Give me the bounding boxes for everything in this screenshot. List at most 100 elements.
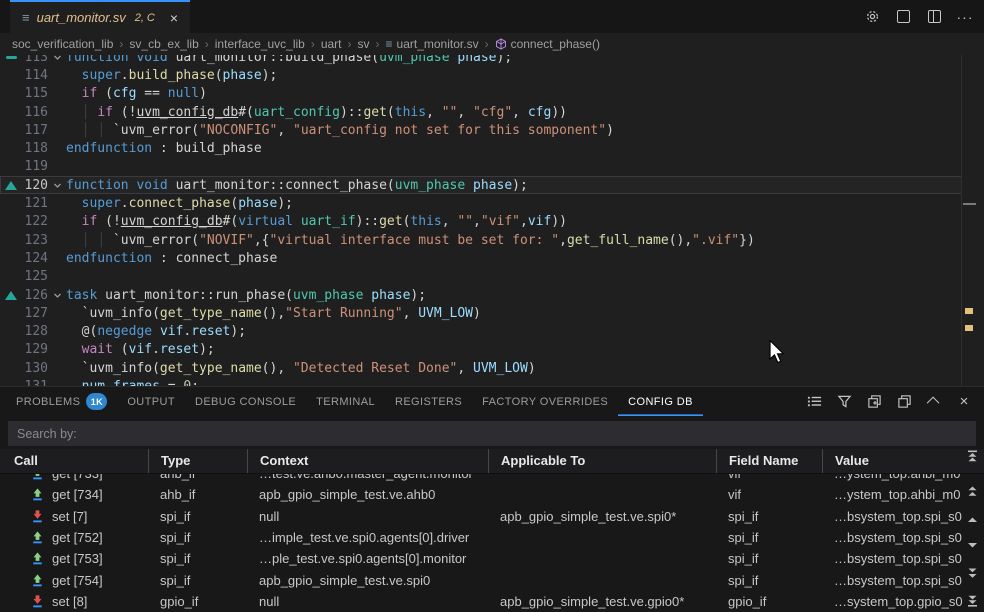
breadcrumb-item[interactable]: soc_verification_lib — [12, 37, 113, 51]
code-line-114[interactable]: 114 super.build_phase(phase); — [0, 66, 962, 84]
code-line-125[interactable]: 125 — [0, 268, 962, 286]
scroll-to-bottom-icon[interactable] — [965, 593, 979, 607]
editor-tab-bar: ≡ uart_monitor.sv 2, C × ··· — [0, 0, 984, 33]
code-line-130[interactable]: 130 `uvm_info(get_type_name(), "Detected… — [0, 359, 962, 377]
column-header-type[interactable]: Type — [148, 449, 247, 473]
code-line-121[interactable]: 121 super.connect_phase(phase); — [0, 194, 962, 212]
line-number[interactable]: 125 — [22, 269, 48, 284]
breadcrumb-item[interactable]: sv — [358, 37, 370, 51]
code-line-128[interactable]: 128 @(negedge vif.reset); — [0, 322, 962, 340]
line-number[interactable]: 118 — [22, 141, 48, 156]
call-label: get [754] — [52, 573, 103, 588]
panel-tab-output[interactable]: OUTPUT — [117, 387, 185, 416]
code-line-119[interactable]: 119 — [0, 158, 962, 176]
code-line-129[interactable]: 129 wait (vif.reset); — [0, 341, 962, 359]
code-line-123[interactable]: 123 │ │ `uvm_error("NOVIF",{"virtual int… — [0, 231, 962, 249]
line-number[interactable]: 121 — [22, 196, 48, 211]
panel-tab-problems[interactable]: PROBLEMS1K — [6, 387, 117, 416]
scroll-up-icon[interactable] — [965, 513, 979, 527]
page-down-icon[interactable] — [965, 567, 979, 581]
panel-tab-debug-console[interactable]: DEBUG CONSOLE — [185, 387, 306, 416]
column-header-field-name[interactable]: Field Name — [716, 449, 822, 473]
line-number[interactable]: 128 — [22, 324, 48, 339]
breadcrumb-separator: › — [311, 37, 315, 51]
line-number[interactable]: 114 — [22, 68, 48, 83]
line-number[interactable]: 129 — [22, 342, 48, 357]
panel-tab-terminal[interactable]: TERMINAL — [306, 387, 385, 416]
line-number[interactable]: 122 — [22, 214, 48, 229]
line-number[interactable]: 117 — [22, 123, 48, 138]
new-window-plus-icon[interactable] — [866, 394, 882, 410]
line-number[interactable]: 116 — [22, 105, 48, 120]
code-line-122[interactable]: 122 if (!uvm_config_db#(virtual uart_if)… — [0, 213, 962, 231]
cell-value: …system_top.gpio_s0 — [822, 594, 984, 609]
code-line-126[interactable]: 126 task uart_monitor::run_phase(uvm_phas… — [0, 286, 962, 304]
code-line-113[interactable]: 113function void uart_monitor::build_pha… — [0, 55, 962, 66]
breadcrumb-item[interactable]: sv_cb_ex_lib — [129, 37, 198, 51]
split-editor-icon[interactable] — [925, 8, 943, 26]
customize-layout-icon[interactable] — [894, 8, 912, 26]
line-number[interactable]: 120 — [22, 178, 48, 193]
gutter-triangle-icon[interactable] — [0, 291, 22, 300]
fold-chevron-icon[interactable] — [48, 291, 66, 300]
more-actions-icon[interactable]: ··· — [956, 8, 974, 26]
table-row[interactable]: get [754]spi_ifapb_gpio_simple_test.ve.s… — [0, 569, 984, 590]
code-text: endfunction : connect_phase — [66, 251, 277, 266]
code-line-116[interactable]: 116 │ if (!uvm_config_db#(uart_config)::… — [0, 103, 962, 121]
breadcrumb-label: uart — [321, 37, 342, 51]
code-line-117[interactable]: 117 │ │ `uvm_error("NOCONFIG", "uart_con… — [0, 121, 962, 139]
scroll-down-icon[interactable] — [965, 537, 979, 551]
settings-gear-icon[interactable] — [863, 8, 881, 26]
table-row[interactable]: get [734]ahb_ifapb_gpio_simple_test.ve.a… — [0, 484, 984, 505]
filter-icon[interactable] — [836, 394, 852, 410]
table-row[interactable]: set [7]spi_ifnullapb_gpio_simple_test.ve… — [0, 506, 984, 527]
code-line-118[interactable]: 118endfunction : build_phase — [0, 139, 962, 157]
line-number[interactable]: 119 — [22, 159, 48, 174]
code-line-120[interactable]: 120function void uart_monitor::connect_p… — [0, 176, 962, 194]
line-number[interactable]: 115 — [22, 86, 48, 101]
code-line-115[interactable]: 115 if (cfg == null) — [0, 85, 962, 103]
table-row[interactable]: get [733]ahb_if…test.ve.ahb0.master_agen… — [0, 474, 984, 484]
gutter-triangle-icon[interactable] — [0, 181, 22, 190]
tab-uart-monitor[interactable]: ≡ uart_monitor.sv 2, C × — [10, 0, 190, 33]
panel-tab-config-db[interactable]: CONFIG DB — [618, 387, 703, 416]
view-as-list-icon[interactable] — [806, 394, 822, 410]
maximize-panel-icon[interactable] — [926, 394, 942, 410]
table-row[interactable]: get [752]spi_if…imple_test.ve.spi0.agent… — [0, 527, 984, 548]
table-row[interactable]: get [753]spi_if…ple_test.ve.spi0.agents[… — [0, 548, 984, 569]
cell-value: …bsystem_top.spi_s0 — [822, 551, 984, 566]
line-number[interactable]: 130 — [22, 361, 48, 376]
overview-ruler[interactable] — [961, 55, 984, 386]
line-number[interactable]: 123 — [22, 233, 48, 248]
breadcrumb-item[interactable]: uart — [321, 37, 342, 51]
column-header-applicable-to[interactable]: Applicable To — [488, 449, 716, 473]
table-row[interactable]: set [8]gpio_ifnullapb_gpio_simple_test.v… — [0, 591, 984, 612]
column-header-value[interactable]: Value — [822, 449, 984, 473]
breadcrumb-item[interactable]: interface_uvc_lib — [215, 37, 305, 51]
breadcrumb-item[interactable]: ≡uart_monitor.sv — [386, 37, 479, 51]
code-line-127[interactable]: 127 `uvm_info(get_type_name(),"Start Run… — [0, 304, 962, 322]
code-editor[interactable]: 113function void uart_monitor::build_pha… — [0, 55, 984, 386]
column-header-call[interactable]: Call — [0, 449, 148, 473]
page-up-icon[interactable] — [965, 485, 979, 499]
code-line-124[interactable]: 124 endfunction : connect_phase — [0, 249, 962, 267]
line-number[interactable]: 126 — [22, 288, 48, 303]
search-input[interactable] — [8, 421, 976, 446]
fold-chevron-icon[interactable] — [48, 181, 66, 190]
breadcrumb-item[interactable]: connect_phase() — [495, 37, 600, 51]
fold-chevron-icon[interactable] — [48, 55, 66, 62]
duplicate-window-icon[interactable] — [896, 394, 912, 410]
line-number[interactable]: 127 — [22, 306, 48, 321]
close-tab-icon[interactable]: × — [170, 10, 178, 26]
scrollbar-thumb[interactable] — [963, 203, 976, 205]
column-header-context[interactable]: Context — [247, 449, 488, 473]
code-line-131[interactable]: 131 num_frames = 0; — [0, 377, 962, 386]
line-number[interactable]: 113 — [22, 55, 48, 65]
code-text: task uart_monitor::run_phase(uvm_phase p… — [66, 288, 426, 303]
scroll-to-top-icon[interactable] — [965, 449, 979, 463]
line-number[interactable]: 131 — [22, 379, 48, 386]
panel-tab-registers[interactable]: REGISTERS — [385, 387, 472, 416]
gutter-dash-icon[interactable] — [0, 56, 22, 59]
panel-tab-factory-overrides[interactable]: FACTORY OVERRIDES — [472, 387, 618, 416]
line-number[interactable]: 124 — [22, 251, 48, 266]
